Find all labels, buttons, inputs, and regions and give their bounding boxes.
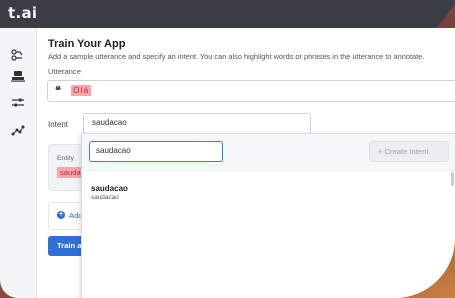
option-subtitle: saudacao xyxy=(91,194,119,201)
create-intent-label: + Create Intent xyxy=(378,147,429,156)
flow-icon xyxy=(11,49,23,61)
utterance-input[interactable]: ❝ Olá xyxy=(47,80,455,102)
app-window: t.ai Train Your App Add a sample utteran… xyxy=(0,0,455,298)
dropdown-header: saudacao + Create Intent xyxy=(82,134,455,171)
intent-dropdown: saudacao + Create Intent saudacao saudac… xyxy=(81,133,455,298)
intent-select[interactable]: saudacao xyxy=(83,113,311,134)
quote-icon: ❝ xyxy=(55,85,61,97)
entity-label: Entity xyxy=(57,155,74,162)
plus-circle-icon: + xyxy=(57,211,65,219)
utterance-label: Utterance xyxy=(48,67,81,76)
option-title: saudacao xyxy=(91,184,128,193)
train-label: Train a xyxy=(57,241,82,250)
intent-value: saudacao xyxy=(92,118,127,127)
brand-logo: t.ai xyxy=(8,4,38,22)
sidebar-item-settings[interactable] xyxy=(10,96,26,110)
train-icon xyxy=(11,71,25,82)
sidebar xyxy=(0,28,37,298)
sidebar-item-analytics[interactable] xyxy=(10,123,26,137)
intent-search-input[interactable]: saudacao xyxy=(89,141,223,162)
create-intent-button[interactable]: + Create Intent xyxy=(369,141,449,162)
sidebar-item-train[interactable] xyxy=(10,69,26,83)
utterance-highlight[interactable]: Olá xyxy=(71,85,92,96)
page-subtitle: Add a sample utterance and specify an in… xyxy=(48,52,425,61)
intent-label: Intent xyxy=(48,120,69,129)
search-value: saudacao xyxy=(96,146,131,155)
entity-chip[interactable]: sauda xyxy=(57,167,84,178)
page-title: Train Your App xyxy=(48,38,126,50)
dropdown-scrollbar[interactable] xyxy=(451,172,454,186)
analytics-icon xyxy=(11,125,25,136)
sliders-icon xyxy=(12,98,24,107)
sidebar-item-flow[interactable] xyxy=(10,48,26,62)
top-bar: t.ai xyxy=(0,0,455,28)
